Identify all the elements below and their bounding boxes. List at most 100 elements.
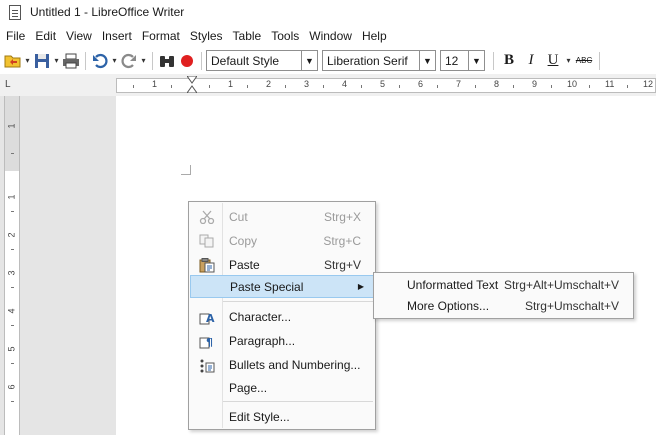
ruler-number: 1 [228, 79, 234, 89]
menu-item-label: Bullets and Numbering... [229, 358, 361, 372]
ruler-number: 4 [342, 79, 348, 89]
undo-icon[interactable] [90, 51, 110, 71]
ruler-tick [11, 401, 14, 402]
ruler-number: 2 [266, 79, 272, 89]
ruler-tick [133, 85, 134, 88]
toolbar-separator [493, 51, 494, 70]
writer-document-icon [9, 4, 21, 20]
toolbar-separator [85, 51, 86, 70]
italic-button[interactable]: I [520, 52, 542, 69]
ruler-tick [11, 363, 14, 364]
menu-item-label: Paste Special [230, 279, 304, 294]
menu-item-label: More Options... [407, 299, 490, 313]
redo-dropdown-icon[interactable]: ▾ [139, 56, 148, 65]
menu-item-label: Unformatted Text [407, 278, 499, 292]
find-replace-icon[interactable] [157, 51, 177, 71]
paragraph-style-select[interactable]: Default Style ▼ [206, 50, 318, 71]
menu-item-page[interactable]: Page... [190, 377, 374, 399]
menu-item-paste-special[interactable]: Paste Special ▶ [190, 275, 374, 298]
menu-item-shortcut: Strg+Umschalt+V [524, 299, 619, 313]
chevron-down-icon[interactable]: ▼ [301, 51, 317, 70]
ruler-number: 4 [6, 308, 17, 314]
submenu-item-unformatted-text[interactable]: Unformatted Text Strg+Alt+Umschalt+V [375, 274, 632, 296]
ruler-tick [513, 85, 514, 88]
submenu-item-more-options[interactable]: More Options... Strg+Umschalt+V [375, 295, 632, 317]
toolbar-separator [152, 51, 153, 70]
chevron-down-icon[interactable]: ▼ [468, 51, 484, 70]
bullets-icon [199, 358, 215, 373]
strikethrough-button[interactable]: ABC [573, 56, 595, 65]
open-folder-icon[interactable] [3, 51, 23, 71]
ruler-tick [627, 85, 628, 88]
tab-stop-selector[interactable]: L [5, 79, 11, 90]
ruler-tick [247, 85, 248, 88]
menu-styles[interactable]: Styles [185, 26, 228, 46]
menu-item-label: Page... [229, 381, 268, 395]
indent-marker-icon[interactable] [187, 76, 197, 93]
save-icon[interactable] [32, 51, 52, 71]
horizontal-ruler[interactable]: 1 1 2 3 4 5 6 7 8 9 10 11 12 [116, 78, 656, 93]
text-boundary-corner [181, 165, 191, 175]
redo-icon[interactable] [119, 51, 139, 71]
menu-help[interactable]: Help [357, 26, 392, 46]
paste-icon [199, 258, 215, 273]
paragraph-icon: ¶ [199, 334, 215, 349]
print-icon[interactable] [61, 51, 81, 71]
open-dropdown-icon[interactable]: ▾ [23, 56, 32, 65]
save-dropdown-icon[interactable]: ▾ [52, 56, 61, 65]
menu-item-paste[interactable]: Paste Strg+V [190, 254, 374, 276]
menu-item-shortcut: Strg+V [323, 258, 361, 272]
formatting-toolbar: ▾ ▾ ▾ ▾ Default Style ▼ Liberation Serif… [0, 47, 656, 74]
menu-item-bullets-numbering[interactable]: Bullets and Numbering... [190, 354, 374, 376]
vertical-ruler[interactable]: 1 1 2 3 4 5 6 [4, 96, 20, 435]
menu-tools[interactable]: Tools [266, 26, 304, 46]
menu-item-label: Paragraph... [229, 334, 296, 348]
underline-button[interactable]: U [542, 52, 564, 69]
menu-view[interactable]: View [61, 26, 97, 46]
menu-item-shortcut: Strg+Alt+Umschalt+V [503, 278, 619, 292]
scissors-icon [199, 210, 215, 225]
ruler-tick [11, 325, 14, 326]
character-icon: A [199, 310, 215, 325]
chevron-down-icon[interactable]: ▼ [419, 51, 435, 70]
ruler-number: 8 [494, 79, 500, 89]
underline-dropdown-icon[interactable]: ▾ [564, 56, 573, 65]
toolbar-separator [201, 51, 202, 70]
menu-item-label: Edit Style... [229, 410, 290, 424]
ruler-number: 2 [6, 232, 17, 238]
menu-item-character[interactable]: A Character... [190, 306, 374, 328]
menu-window[interactable]: Window [304, 26, 357, 46]
record-icon[interactable] [177, 51, 197, 71]
ruler-tick [11, 153, 14, 154]
menu-separator [223, 401, 373, 402]
ruler-tick [551, 85, 552, 88]
menu-item-edit-style[interactable]: Edit Style... [190, 406, 374, 428]
menu-item-label: Copy [229, 234, 258, 248]
menu-item-cut[interactable]: Cut Strg+X [190, 206, 374, 228]
bold-button[interactable]: B [498, 52, 520, 69]
ruler-tick [323, 85, 324, 88]
copy-icon [199, 234, 215, 248]
menu-table[interactable]: Table [228, 26, 267, 46]
undo-dropdown-icon[interactable]: ▾ [110, 56, 119, 65]
menu-edit[interactable]: Edit [30, 26, 61, 46]
ruler-tick [11, 287, 14, 288]
menu-file[interactable]: File [0, 26, 30, 46]
ruler-number: 5 [380, 79, 386, 89]
menu-format[interactable]: Format [137, 26, 185, 46]
font-name-value: Liberation Serif [327, 53, 408, 68]
ruler-tick [11, 249, 14, 250]
ruler-number: 1 [6, 123, 17, 129]
ruler-tick [475, 85, 476, 88]
ruler-tick [11, 211, 14, 212]
menu-item-copy[interactable]: Copy Strg+C [190, 230, 374, 252]
svg-text:¶: ¶ [206, 336, 213, 349]
menu-insert[interactable]: Insert [97, 26, 137, 46]
menu-item-label: Character... [229, 310, 292, 324]
font-size-select[interactable]: 12 ▼ [440, 50, 485, 71]
ruler-number: 10 [567, 79, 578, 89]
ruler-tick [589, 85, 590, 88]
font-name-select[interactable]: Liberation Serif ▼ [322, 50, 436, 71]
menu-item-paragraph[interactable]: ¶ Paragraph... [190, 330, 374, 352]
ruler-tick [209, 85, 210, 88]
